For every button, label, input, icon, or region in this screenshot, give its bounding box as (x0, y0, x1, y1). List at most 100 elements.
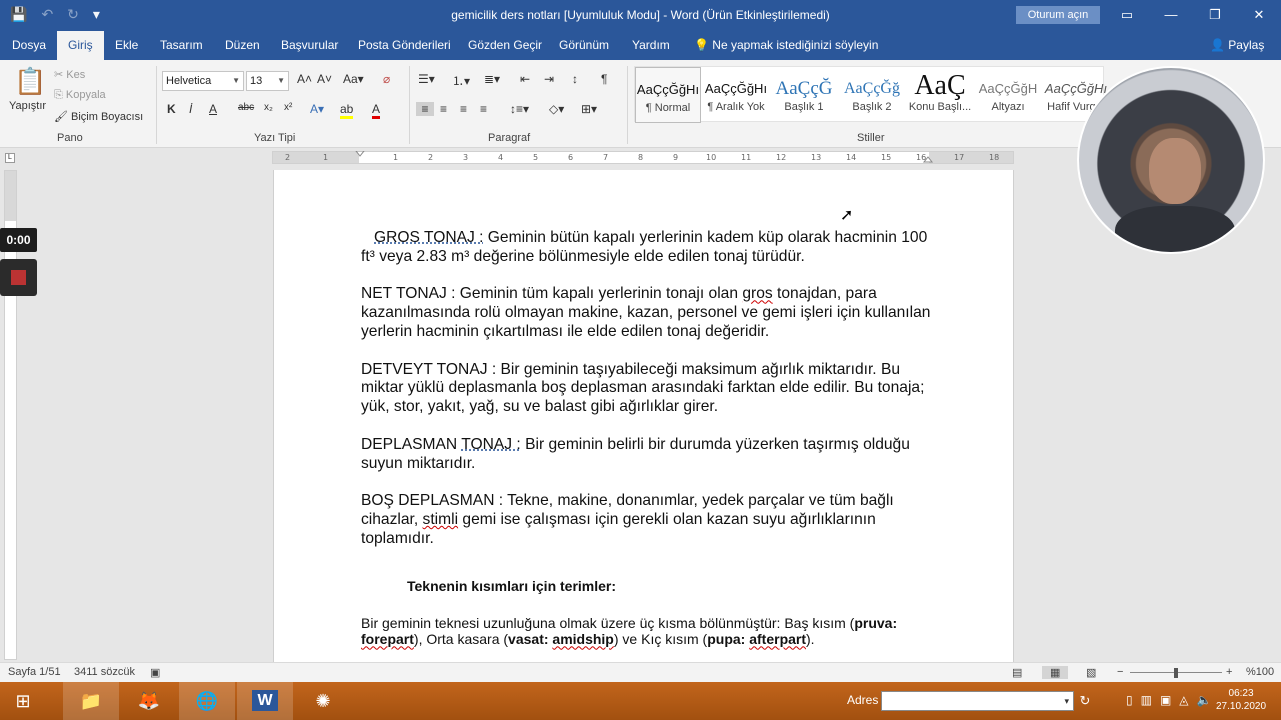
tab-duzen[interactable]: Düzen (225, 31, 260, 60)
clear-format-icon[interactable]: ⌀ (383, 72, 390, 86)
subscript-icon[interactable]: x₂ (264, 102, 273, 113)
increase-indent-icon[interactable]: ⇥ (544, 72, 554, 86)
copy-button[interactable]: ⎘ Kopyala (54, 89, 106, 102)
paste-icon[interactable]: 📋 (14, 66, 46, 97)
shading-icon[interactable]: ◇▾ (549, 102, 564, 116)
zoom-out-icon[interactable]: − (1117, 666, 1123, 678)
recording-timer: 0:00 (0, 228, 37, 252)
font-color-icon[interactable]: A (372, 102, 381, 119)
style-no-spacing[interactable]: AaÇçĞğHı ¶ Aralık Yok (703, 67, 769, 123)
app-icon[interactable]: ✺ (295, 682, 351, 720)
borders-icon[interactable]: ⊞▾ (581, 102, 597, 116)
bold-button[interactable]: K (167, 102, 176, 116)
signin-button[interactable]: Oturum açın (1016, 6, 1100, 24)
print-layout-icon[interactable]: ▦ (1042, 666, 1069, 679)
antivirus-icon[interactable]: ▣ (1160, 693, 1171, 707)
proofing-icon[interactable]: ▣ (150, 666, 160, 679)
text-effects-icon[interactable]: A▾ (310, 102, 324, 116)
tab-dosya[interactable]: Dosya (12, 31, 46, 60)
read-mode-icon[interactable]: ▤ (1012, 666, 1022, 679)
paragraph-tekne-kisimlari: Bir geminin teknesi uzunluğuna olmak üze… (361, 615, 898, 648)
style-heading-1[interactable]: AaÇçĞ Başlık 1 (771, 67, 837, 123)
status-bar: Sayfa 1/51 3411 sözcük ▣ ▤ ▦ ▧ − + %100 (0, 662, 1281, 682)
paste-button[interactable]: Yapıştır (9, 100, 46, 112)
align-left-icon[interactable]: ≡ (416, 102, 434, 116)
minimize-icon[interactable]: — (1149, 0, 1193, 31)
tab-yardim[interactable]: Yardım (632, 31, 670, 60)
group-label-styles: Stiller (857, 132, 885, 144)
style-title[interactable]: AaÇ Konu Başlı... (907, 67, 973, 123)
zoom-in-icon[interactable]: + (1226, 666, 1232, 678)
align-right-icon[interactable]: ≡ (460, 102, 467, 116)
style-normal[interactable]: AaÇçĞğHı ¶ Normal (635, 67, 701, 123)
restore-icon[interactable]: ❐ (1193, 0, 1237, 31)
dropdown-icon[interactable]: ▾ (1064, 696, 1069, 706)
style-heading-2[interactable]: AaÇçĞğ Başlık 2 (839, 67, 905, 123)
firefox-icon[interactable]: 🦊 (121, 682, 177, 720)
share-button[interactable]: 👤 Paylaş (1210, 31, 1264, 60)
superscript-icon[interactable]: x² (284, 102, 292, 113)
font-size-select[interactable]: 13 ▼ (246, 71, 289, 91)
tab-giris[interactable]: Giriş (57, 31, 104, 60)
zoom-level[interactable]: %100 (1246, 666, 1274, 678)
volume-icon[interactable]: 🔈 (1197, 693, 1212, 707)
numbering-icon[interactable]: ⒈▾ (452, 72, 470, 89)
bullets-icon[interactable]: ☰▾ (418, 72, 435, 86)
tab-basvurular[interactable]: Başvurular (281, 31, 338, 60)
justify-icon[interactable]: ≡ (480, 102, 487, 116)
svg-text:3: 3 (463, 153, 468, 162)
line-spacing-icon[interactable]: ↕≡▾ (510, 102, 529, 116)
web-layout-icon[interactable]: ▧ (1086, 666, 1096, 679)
stop-icon (11, 270, 26, 285)
ribbon-display-icon[interactable]: ▭ (1105, 0, 1149, 31)
address-label: Adres (847, 693, 879, 707)
highlight-icon[interactable]: ab (340, 102, 354, 119)
notification-icon[interactable]: ▯ (1126, 693, 1133, 707)
cut-button[interactable]: ✂ Kes (54, 68, 85, 81)
refresh-icon[interactable]: ↻ (1073, 682, 1097, 720)
sort-icon[interactable]: ↕ (572, 72, 578, 86)
style-subtitle[interactable]: AaÇçĞğH Altyazı (975, 67, 1041, 123)
align-center-icon[interactable]: ≡ (440, 102, 447, 116)
clock[interactable]: 06:23 27.10.2020 (1216, 687, 1266, 713)
tab-posta[interactable]: Posta Gönderileri (358, 31, 451, 60)
tab-ekle[interactable]: Ekle (115, 31, 138, 60)
file-explorer-icon[interactable]: 📁 (63, 682, 119, 720)
format-painter-button[interactable]: 🖌 Biçim Boyacısı (54, 110, 143, 123)
pilcrow-icon[interactable]: ¶ (601, 72, 607, 86)
svg-text:13: 13 (811, 153, 821, 162)
word-count[interactable]: 3411 sözcük (74, 666, 135, 678)
word-icon[interactable]: W (237, 682, 293, 720)
change-case-icon[interactable]: Aa▾ (343, 72, 364, 86)
zoom-slider-thumb[interactable] (1174, 668, 1178, 678)
document-page[interactable]: GROS TONAJ : Geminin bütün kapalı yerler… (273, 170, 1014, 662)
document-body[interactable]: GROS TONAJ : Geminin bütün kapalı yerler… (361, 229, 933, 662)
chrome-icon[interactable]: 🌐 (179, 682, 235, 720)
page-count[interactable]: Sayfa 1/51 (8, 666, 61, 678)
font-name-select[interactable]: Helvetica ▼ (162, 71, 244, 91)
tab-gozden-gecir[interactable]: Gözden Geçir (468, 31, 542, 60)
network-icon[interactable]: ▥ (1141, 693, 1152, 707)
start-button[interactable]: ⊞ (0, 682, 46, 720)
tab-tasarim[interactable]: Tasarım (160, 31, 203, 60)
strikethrough-icon[interactable]: abc (238, 102, 254, 113)
svg-text:1: 1 (323, 153, 328, 162)
tab-selector[interactable]: L (5, 153, 15, 163)
scissors-icon: ✂ (54, 69, 64, 81)
decrease-indent-icon[interactable]: ⇤ (520, 72, 530, 86)
wifi-icon[interactable]: ◬ (1179, 693, 1188, 707)
styles-gallery: AaÇçĞğHı ¶ Normal AaÇçĞğHı ¶ Aralık Yok Aa… (634, 66, 1107, 123)
address-input[interactable]: ▾ (881, 691, 1074, 711)
stop-recording-button[interactable] (0, 259, 37, 296)
italic-button[interactable]: İ (189, 102, 192, 116)
tab-gorunum[interactable]: Görünüm (559, 31, 609, 60)
grow-font-icon[interactable]: A˄ (297, 72, 312, 86)
shrink-font-icon[interactable]: A˅ (317, 72, 332, 86)
ribbon-tabs: Dosya Giriş Ekle Tasarım Düzen Başvurula… (0, 31, 1281, 60)
svg-text:9: 9 (673, 153, 678, 162)
close-icon[interactable]: ✕ (1237, 0, 1281, 31)
multilevel-list-icon[interactable]: ≣▾ (484, 72, 500, 86)
horizontal-ruler[interactable]: 21 1234 5678 9 10 11 12 13 14 15 16 17 18 (272, 151, 1014, 164)
tell-me-box[interactable]: 💡 Ne yapmak istediğinizi söyleyin (694, 31, 878, 60)
underline-button[interactable]: A (209, 102, 217, 116)
